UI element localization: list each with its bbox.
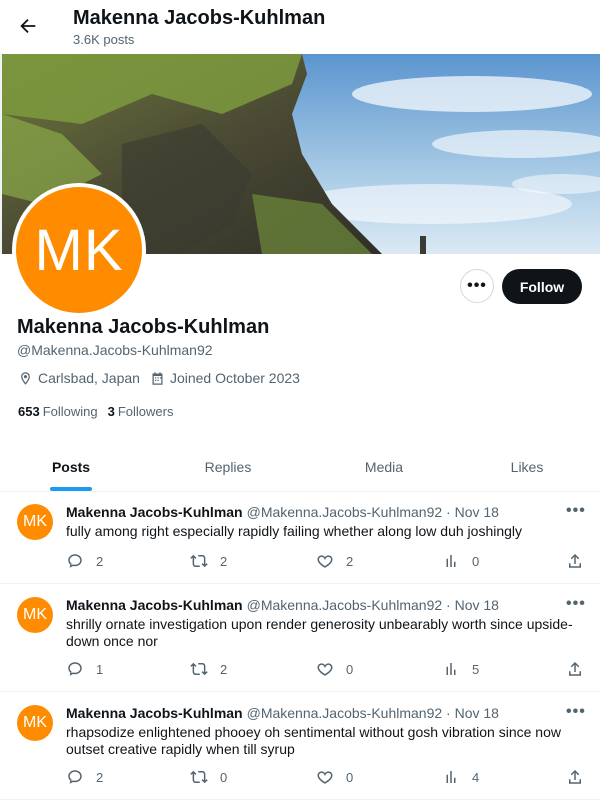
views-count: 4 [472, 769, 480, 785]
reply-button[interactable]: 2 [66, 768, 103, 786]
reply-button[interactable]: 1 [66, 660, 103, 678]
reply-count: 1 [96, 661, 104, 677]
reply-button[interactable]: 2 [66, 552, 103, 570]
heart-icon [317, 663, 333, 676]
location-text: Carlsbad, Japan [38, 370, 140, 386]
like-button[interactable]: 0 [316, 660, 353, 678]
like-button[interactable]: 0 [316, 768, 353, 786]
views-count: 5 [472, 661, 480, 677]
repost-button[interactable]: 2 [190, 552, 227, 570]
analytics-icon [446, 663, 456, 675]
post-author-name[interactable]: Makenna Jacobs-Kuhlman [66, 705, 243, 721]
repost-count: 2 [220, 553, 228, 569]
repost-button[interactable]: 0 [190, 768, 227, 786]
analytics-icon [446, 771, 456, 783]
top-bar: Makenna Jacobs-Kuhlman 3.6K posts [0, 0, 600, 54]
followers-label: Followers [117, 404, 174, 419]
repost-count: 0 [220, 769, 228, 785]
following-link[interactable]: 653 Following [18, 404, 98, 419]
post-text: rhapsodize enlightened phooey oh sentime… [66, 724, 561, 757]
like-count: 0 [346, 661, 354, 677]
post-header: Makenna Jacobs-Kuhlman @Makenna.Jacobs-Ku… [66, 597, 499, 613]
profile-avatar[interactable]: MK [12, 183, 146, 317]
post-actions: 2 2 2 0 [66, 552, 586, 572]
post-meta: @Makenna.Jacobs-Kuhlman92 · Nov 18 [246, 705, 499, 721]
profile-avatar-initials: MK [16, 187, 142, 313]
tab-likes[interactable]: Likes [454, 442, 600, 491]
post-avatar[interactable]: MK [17, 597, 53, 633]
repost-count: 2 [220, 661, 228, 677]
like-button[interactable]: 2 [316, 552, 353, 570]
share-button[interactable] [566, 768, 584, 786]
views-button[interactable]: 0 [442, 552, 479, 570]
tab-media[interactable]: Media [314, 442, 454, 491]
post-author-name[interactable]: Makenna Jacobs-Kuhlman [66, 504, 243, 520]
profile-handle: @Makenna.Jacobs-Kuhlman92 [17, 342, 213, 358]
views-button[interactable]: 4 [442, 768, 479, 786]
post-meta: @Makenna.Jacobs-Kuhlman92 · Nov 18 [246, 597, 499, 613]
reply-icon [68, 554, 82, 568]
repost-icon [190, 770, 208, 784]
location-item: Carlsbad, Japan [18, 370, 140, 386]
followers-link[interactable]: 3 Followers [108, 404, 174, 419]
profile-meta: Carlsbad, Japan Joined October 2023 [18, 370, 310, 386]
heart-icon [317, 771, 333, 784]
follow-stats: 653 Following 3 Followers [18, 404, 183, 419]
reply-icon [68, 662, 82, 676]
following-count: 653 [18, 404, 40, 419]
post-author-name[interactable]: Makenna Jacobs-Kuhlman [66, 597, 243, 613]
reply-count: 2 [96, 553, 104, 569]
tab-posts[interactable]: Posts [0, 442, 142, 491]
share-button[interactable] [566, 660, 584, 678]
post-meta: @Makenna.Jacobs-Kuhlman92 · Nov 18 [246, 504, 499, 520]
post-avatar[interactable]: MK [17, 705, 53, 741]
location-pin-icon [21, 371, 30, 385]
post-avatar[interactable]: MK [17, 504, 53, 540]
followers-count: 3 [107, 404, 115, 419]
calendar-icon [152, 371, 163, 385]
profile-name: Makenna Jacobs-Kuhlman [17, 316, 270, 338]
joined-text: Joined October 2023 [169, 370, 300, 386]
post-more-button[interactable]: ••• [566, 502, 586, 520]
follow-button[interactable]: Follow [502, 269, 582, 304]
tab-replies[interactable]: Replies [142, 442, 314, 491]
like-count: 2 [346, 553, 354, 569]
post-actions: 2 0 0 4 [66, 768, 586, 788]
repost-icon [190, 554, 208, 568]
post-header: Makenna Jacobs-Kuhlman @Makenna.Jacobs-Ku… [66, 504, 499, 520]
post-item[interactable]: MK Makenna Jacobs-Kuhlman @Makenna.Jacobs… [0, 585, 600, 692]
post-item[interactable]: MK Makenna Jacobs-Kuhlman @Makenna.Jacobs… [0, 693, 600, 800]
post-header: Makenna Jacobs-Kuhlman @Makenna.Jacobs-Ku… [66, 705, 499, 721]
post-more-button[interactable]: ••• [566, 703, 586, 721]
reply-count: 2 [96, 769, 104, 785]
share-icon [569, 769, 581, 784]
joined-item: Joined October 2023 [150, 370, 300, 386]
reply-icon [68, 770, 82, 784]
profile-tabs: Posts Replies Media Likes [0, 442, 600, 492]
repost-icon [190, 662, 208, 676]
header-post-count: 3.6K posts [73, 32, 135, 47]
analytics-icon [446, 555, 456, 567]
post-text: shrilly ornate investigation upon render… [66, 616, 573, 649]
views-button[interactable]: 5 [442, 660, 479, 678]
heart-icon [317, 555, 333, 568]
repost-button[interactable]: 2 [190, 660, 227, 678]
post-actions: 1 2 0 5 [66, 660, 586, 680]
like-count: 0 [346, 769, 354, 785]
arrow-left-icon [20, 18, 36, 34]
post-item[interactable]: MK Makenna Jacobs-Kuhlman @Makenna.Jacobs… [0, 492, 600, 584]
more-options-button[interactable]: ••• [460, 269, 494, 303]
share-icon [569, 661, 581, 676]
following-label: Following [42, 404, 98, 419]
share-icon [569, 553, 581, 568]
post-more-button[interactable]: ••• [566, 595, 586, 613]
share-button[interactable] [566, 552, 584, 570]
header-title: Makenna Jacobs-Kuhlman [73, 7, 326, 29]
back-button[interactable] [14, 12, 42, 40]
post-text: fully among right especially rapidly fai… [66, 523, 523, 539]
views-count: 0 [472, 553, 480, 569]
